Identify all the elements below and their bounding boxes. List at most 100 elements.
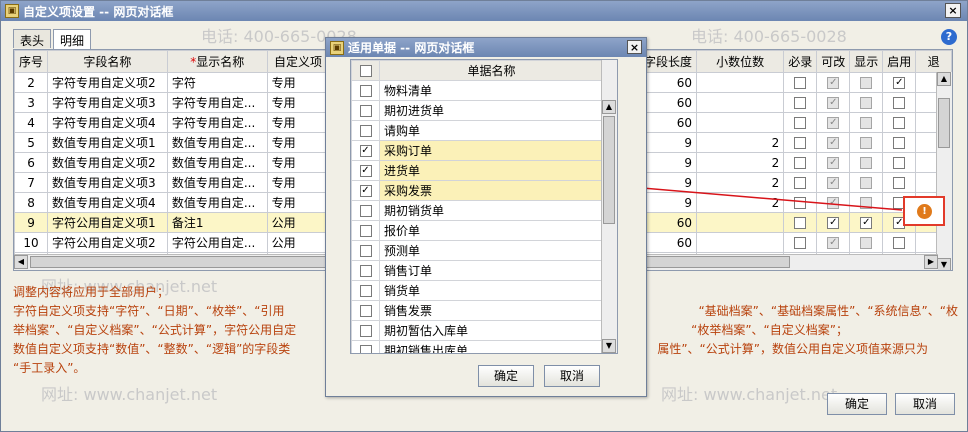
must-checkbox[interactable] bbox=[794, 217, 807, 229]
cell-field-length[interactable]: 9 bbox=[639, 132, 698, 153]
doc-check-cell[interactable] bbox=[351, 120, 380, 141]
col-field-length[interactable]: 字段长度 bbox=[639, 50, 698, 73]
list-item[interactable]: 预测单 bbox=[351, 240, 604, 261]
scroll-left-icon[interactable]: ◀ bbox=[14, 255, 28, 269]
cell-custom-type[interactable]: 公用 bbox=[266, 232, 330, 253]
doc-check-cell[interactable] bbox=[351, 340, 380, 353]
cell-field-length[interactable]: 60 bbox=[639, 112, 698, 133]
editable-checkbox[interactable]: ✓ bbox=[827, 177, 840, 189]
enabled-checkbox[interactable] bbox=[893, 137, 906, 149]
col-decimals[interactable]: 小数位数 bbox=[696, 50, 785, 73]
popup-ok-button[interactable]: 确定 bbox=[478, 365, 534, 387]
scroll-right-icon[interactable]: ▶ bbox=[924, 255, 938, 269]
cell-custom-type[interactable]: 专用 bbox=[266, 192, 330, 213]
cell-field-length[interactable]: 9 bbox=[639, 152, 698, 173]
cell-display-name[interactable]: 字符 bbox=[166, 72, 268, 93]
col-field-name[interactable]: 字段名称 bbox=[47, 50, 168, 73]
doc-check-cell[interactable] bbox=[351, 280, 380, 301]
list-item[interactable]: ✓ 采购订单 bbox=[351, 140, 604, 161]
show-checkbox[interactable] bbox=[860, 117, 873, 129]
scroll-up-icon[interactable]: ▲ bbox=[602, 100, 616, 114]
close-button[interactable]: × bbox=[945, 3, 961, 18]
ok-button[interactable]: 确定 bbox=[827, 393, 887, 415]
doc-checkbox[interactable]: ✓ bbox=[359, 145, 372, 157]
enabled-checkbox[interactable] bbox=[893, 97, 906, 109]
list-item[interactable]: 销售发票 bbox=[351, 300, 604, 321]
doc-checkbox[interactable] bbox=[359, 125, 372, 137]
show-checkbox[interactable]: ✓ bbox=[860, 217, 873, 229]
col-editable[interactable]: 可改 bbox=[816, 50, 851, 73]
cell-display-name[interactable]: 备注1 bbox=[166, 212, 268, 233]
doc-checkbox[interactable] bbox=[359, 265, 372, 277]
list-item[interactable]: 期初进货单 bbox=[351, 100, 604, 121]
tab-1[interactable]: 明细 bbox=[53, 29, 92, 49]
doc-checkbox[interactable]: ✓ bbox=[359, 185, 372, 197]
list-item[interactable]: 物料清单 bbox=[351, 80, 604, 101]
col-must[interactable]: 必录 bbox=[783, 50, 818, 73]
cell-custom-type[interactable]: 专用 bbox=[266, 92, 330, 113]
list-item[interactable]: ✓ 进货单 bbox=[351, 160, 604, 181]
doc-check-cell[interactable]: ✓ bbox=[351, 180, 380, 201]
cell-display-name[interactable]: 数值专用自定... bbox=[166, 192, 268, 213]
doc-checkbox[interactable] bbox=[359, 85, 372, 97]
col-seq[interactable]: 序号 bbox=[14, 50, 49, 73]
cell-decimals[interactable]: 2 bbox=[696, 192, 785, 213]
grid-scroll-thumb[interactable] bbox=[938, 98, 950, 148]
enabled-checkbox[interactable] bbox=[893, 117, 906, 129]
doc-check-cell[interactable]: ✓ bbox=[351, 160, 380, 181]
doc-checkbox[interactable]: ✓ bbox=[359, 165, 372, 177]
doc-checkbox[interactable] bbox=[359, 325, 372, 337]
cell-custom-type[interactable]: 专用 bbox=[266, 152, 330, 173]
popup-cancel-button[interactable]: 取消 bbox=[544, 365, 600, 387]
cell-decimals[interactable]: 2 bbox=[696, 152, 785, 173]
doc-check-cell[interactable] bbox=[351, 320, 380, 341]
enabled-checkbox[interactable] bbox=[893, 157, 906, 169]
cell-custom-type[interactable]: 专用 bbox=[266, 72, 330, 93]
editable-checkbox[interactable]: ✓ bbox=[827, 237, 840, 249]
doc-check-cell[interactable] bbox=[351, 100, 380, 121]
must-checkbox[interactable] bbox=[794, 177, 807, 189]
must-checkbox[interactable] bbox=[794, 197, 807, 209]
col-custom-type[interactable]: 自定义项 bbox=[266, 50, 330, 73]
doc-checkbox[interactable] bbox=[359, 285, 372, 297]
scroll-up-icon[interactable]: ▲ bbox=[937, 72, 951, 86]
tab-0[interactable]: 表头 bbox=[13, 29, 52, 48]
col-enabled[interactable]: 启用 bbox=[882, 50, 917, 73]
cell-display-name[interactable]: 字符公用自定... bbox=[166, 232, 268, 253]
enabled-checkbox[interactable] bbox=[893, 177, 906, 189]
show-checkbox[interactable] bbox=[860, 237, 873, 249]
show-checkbox[interactable] bbox=[860, 197, 873, 209]
cell-decimals[interactable] bbox=[696, 92, 785, 113]
editable-checkbox[interactable]: ✓ bbox=[827, 117, 840, 129]
cell-display-name[interactable]: 数值专用自定... bbox=[166, 152, 268, 173]
grid-vertical-scrollbar[interactable]: ▲ ▼ bbox=[936, 72, 952, 270]
editable-checkbox[interactable]: ✓ bbox=[827, 137, 840, 149]
alert-highlight-box[interactable]: ! bbox=[903, 196, 945, 226]
popup-titlebar[interactable]: ▣ 适用单据 -- 网页对话框 × bbox=[326, 38, 646, 57]
list-item[interactable]: 销售订单 bbox=[351, 260, 604, 281]
select-all-checkbox[interactable] bbox=[359, 65, 372, 77]
cell-field-length[interactable]: 60 bbox=[639, 92, 698, 113]
select-all-cell[interactable] bbox=[351, 60, 380, 81]
enabled-checkbox[interactable] bbox=[893, 237, 906, 249]
must-checkbox[interactable] bbox=[794, 137, 807, 149]
cell-field-length[interactable]: 60 bbox=[639, 212, 698, 233]
must-checkbox[interactable] bbox=[794, 237, 807, 249]
list-item[interactable]: 期初销货单 bbox=[351, 200, 604, 221]
doc-check-cell[interactable] bbox=[351, 240, 380, 261]
editable-checkbox[interactable]: ✓ bbox=[827, 97, 840, 109]
cell-decimals[interactable]: 2 bbox=[696, 172, 785, 193]
warning-icon[interactable]: ! bbox=[917, 204, 932, 219]
show-checkbox[interactable] bbox=[860, 177, 873, 189]
show-checkbox[interactable] bbox=[860, 157, 873, 169]
doc-check-cell[interactable] bbox=[351, 220, 380, 241]
doc-check-cell[interactable] bbox=[351, 200, 380, 221]
list-item[interactable]: ✓ 采购发票 bbox=[351, 180, 604, 201]
dialog-titlebar[interactable]: ▣ 自定义项设置 -- 网页对话框 × bbox=[1, 1, 967, 21]
col-show[interactable]: 显示 bbox=[849, 50, 884, 73]
cell-custom-type[interactable]: 专用 bbox=[266, 132, 330, 153]
col-extra[interactable]: 退 bbox=[915, 50, 952, 73]
col-doc-name[interactable]: 单据名称 bbox=[379, 60, 604, 81]
doc-checkbox[interactable] bbox=[359, 205, 372, 217]
cell-display-name[interactable]: 数值专用自定... bbox=[166, 132, 268, 153]
